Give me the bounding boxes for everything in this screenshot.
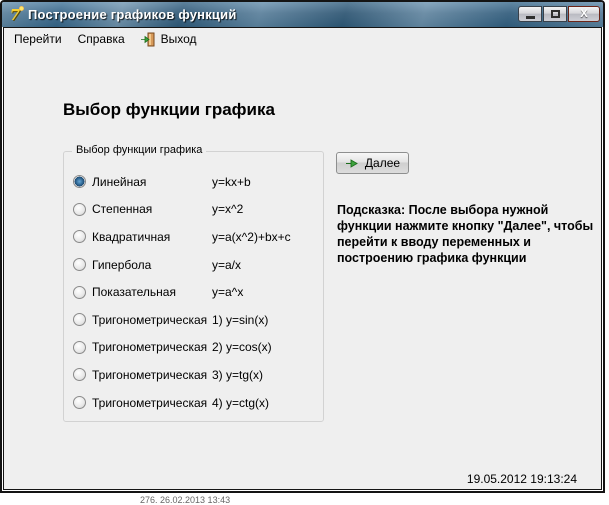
radio-formula: 1) y=sin(x) — [212, 312, 269, 327]
exit-door-icon — [140, 32, 155, 46]
groupbox-title: Выбор функции графика — [72, 144, 207, 156]
next-button[interactable]: Далее — [336, 152, 409, 174]
radio-formula: y=a(x^2)+bx+c — [212, 229, 291, 244]
function-option-row[interactable]: Тригонометрическая 3) y=tg(x) — [73, 361, 319, 389]
radio-label: Тригонометрическая — [92, 340, 208, 355]
radio-button[interactable] — [73, 258, 86, 272]
radio-formula: 2) y=cos(x) — [212, 340, 272, 355]
exit-toolbar-button[interactable]: Выход — [135, 30, 202, 49]
function-groupbox: Выбор функции графика Линейная y=kx+b Ст… — [63, 144, 324, 422]
radio-formula: y=a/x — [212, 257, 242, 272]
function-option-row[interactable]: Гипербола y=a/x — [73, 251, 319, 279]
radio-button[interactable] — [73, 230, 86, 244]
radio-label: Тригонометрическая — [92, 395, 208, 410]
window-title: Построение графиков функций — [28, 7, 237, 22]
radio-label: Гипербола — [92, 257, 152, 272]
radio-formula: 3) y=tg(x) — [212, 367, 264, 382]
radio-button[interactable] — [73, 313, 86, 327]
page-title: Выбор функции графика — [63, 100, 275, 119]
radio-group-list: Линейная y=kx+b Степенная y=x^2 Квадрати… — [73, 168, 319, 416]
green-arrow-icon — [345, 158, 358, 168]
radio-button[interactable] — [73, 368, 86, 382]
menu-item-perejti[interactable]: Перейти — [8, 29, 68, 49]
function-option-row[interactable]: Тригонометрическая 2) y=cos(x) — [73, 334, 319, 362]
function-option-row[interactable]: Линейная y=kx+b — [73, 168, 319, 196]
radio-label: Степенная — [92, 202, 153, 217]
radio-label: Показательная — [92, 285, 176, 300]
app-window: 7 Построение графиков функций X Перейти … — [0, 0, 605, 493]
exit-label: Выход — [160, 32, 197, 46]
radio-button[interactable] — [73, 202, 86, 216]
menu-item-spravka[interactable]: Справка — [72, 29, 131, 49]
maximize-icon — [550, 10, 560, 18]
function-option-row[interactable]: Квадратичная y=a(x^2)+bx+c — [73, 223, 319, 251]
client-area: Выбор функции графика Выбор функции граф… — [4, 50, 601, 489]
function-option-row[interactable]: Тригонометрическая 4) y=ctg(x) — [73, 389, 319, 417]
radio-button[interactable] — [73, 340, 86, 354]
function-option-row[interactable]: Тригонометрическая 1) y=sin(x) — [73, 306, 319, 334]
window-controls: X — [517, 6, 600, 22]
menubar: Перейти Справка Выход — [4, 28, 601, 50]
app-icon: 7 — [7, 5, 24, 23]
radio-label: Линейная — [92, 174, 147, 189]
function-option-row[interactable]: Показательная y=a^x — [73, 278, 319, 306]
radio-label: Тригонометрическая — [92, 367, 208, 382]
close-button[interactable]: X — [568, 6, 600, 22]
background-content-fragment: 276. 26.02.2013 13:43 — [140, 495, 231, 505]
next-button-label: Далее — [364, 156, 401, 170]
function-option-row[interactable]: Степенная y=x^2 — [73, 196, 319, 224]
radio-formula: 4) y=ctg(x) — [212, 395, 270, 410]
radio-formula: y=x^2 — [212, 202, 244, 217]
radio-button[interactable] — [73, 285, 86, 299]
radio-formula: y=kx+b — [212, 174, 251, 189]
minimize-button[interactable] — [518, 6, 542, 22]
radio-formula: y=a^x — [212, 285, 244, 300]
close-icon: X — [580, 7, 588, 20]
radio-label: Квадратичная — [92, 229, 171, 244]
window-body: Перейти Справка Выход Выбор функции граф… — [3, 27, 602, 490]
radio-label: Тригонометрическая — [92, 312, 208, 327]
titlebar[interactable]: 7 Построение графиков функций X — [2, 2, 603, 27]
radio-button[interactable] — [73, 396, 86, 410]
minimize-icon — [525, 15, 535, 19]
hint-text: Подсказка: После выбора нужной функции н… — [337, 203, 594, 265]
maximize-button[interactable] — [543, 6, 567, 22]
datetime-label: 19.05.2012 19:13:24 — [466, 472, 577, 486]
radio-button[interactable] — [73, 175, 86, 189]
